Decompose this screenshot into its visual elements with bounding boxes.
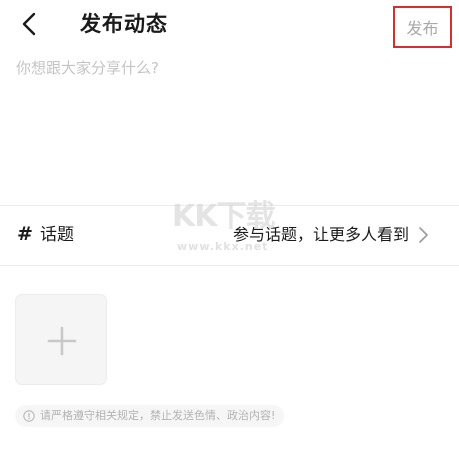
back-button[interactable] [14, 8, 46, 40]
hash-icon: # [17, 223, 33, 245]
notice-text: 请严格遵守相关规定，禁止发送色情、政治内容! [40, 409, 276, 422]
topic-hint: 参与话题，让更多人看到 [232, 225, 409, 244]
chevron-left-icon[interactable] [14, 8, 46, 40]
add-image-button[interactable] [15, 294, 107, 385]
header-bar: 发布动态 发布 [0, 0, 459, 50]
page-title: 发布动态 [80, 12, 168, 36]
topic-row[interactable]: # 话题 参与话题，让更多人看到 [0, 206, 459, 265]
post-content-input[interactable] [16, 56, 443, 186]
publish-button[interactable]: 发布 [393, 6, 452, 48]
topic-label: 话题 [40, 225, 74, 245]
chevron-right-icon [419, 227, 428, 243]
info-icon [23, 410, 35, 422]
divider [0, 265, 459, 266]
plus-icon [47, 326, 77, 356]
content-policy-notice: 请严格遵守相关规定，禁止发送色情、政治内容! [15, 405, 285, 427]
